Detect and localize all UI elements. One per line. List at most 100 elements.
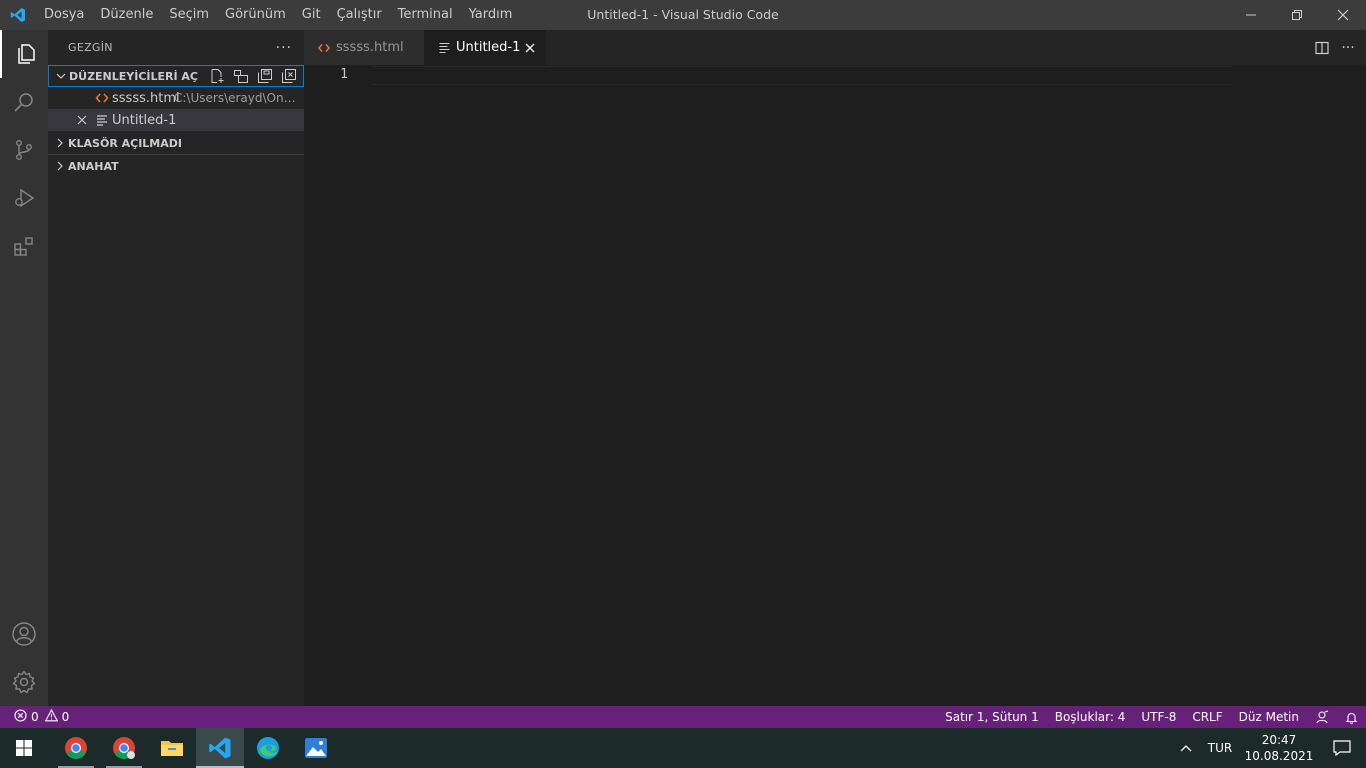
taskbar-edge[interactable]: [244, 728, 292, 768]
taskbar-file-explorer[interactable]: [148, 728, 196, 768]
encoding-status[interactable]: UTF-8: [1141, 710, 1176, 724]
feedback-icon[interactable]: [1315, 710, 1329, 724]
clock-time: 20:47: [1261, 733, 1297, 747]
text-file-icon: [94, 112, 110, 128]
html-file-icon: [316, 43, 332, 53]
problems-status[interactable]: 0 0: [0, 708, 70, 725]
show-hidden-icons[interactable]: [1172, 728, 1200, 768]
chevron-right-icon: [52, 135, 68, 151]
cursor-position[interactable]: Satır 1, Sütun 1: [945, 710, 1039, 724]
notifications-bell-icon[interactable]: [1345, 711, 1358, 724]
new-file-icon[interactable]: [209, 68, 225, 84]
html-file-icon: [94, 90, 110, 106]
chevron-right-icon: [52, 158, 68, 174]
open-editors-section[interactable]: DÜZENLEYİCİLERİ AÇ: [48, 65, 304, 87]
photos-icon: [305, 738, 327, 758]
menu-edit[interactable]: Düzenle: [92, 0, 161, 30]
menu-bar: Dosya Düzenle Seçim Görünüm Git Çalıştır…: [36, 0, 520, 30]
tab-untitled-1[interactable]: Untitled-1: [424, 30, 546, 65]
restore-button[interactable]: [1274, 0, 1320, 30]
activity-bar: [0, 30, 48, 706]
eol-status[interactable]: CRLF: [1192, 710, 1222, 724]
taskbar-chrome-profile[interactable]: [100, 728, 148, 768]
clock[interactable]: 20:47 10.08.2021: [1240, 732, 1318, 764]
menu-run[interactable]: Çalıştır: [329, 0, 390, 30]
search-icon: [14, 93, 33, 112]
search-activity[interactable]: [0, 78, 48, 126]
taskbar-vscode[interactable]: [196, 728, 244, 768]
no-folder-section[interactable]: KLASÖR AÇILMADI: [48, 132, 304, 154]
split-editor-icon[interactable]: [1314, 40, 1330, 56]
clock-date: 10.08.2021: [1244, 749, 1314, 763]
more-actions-icon[interactable]: ···: [1340, 40, 1356, 56]
open-editors-actions: [209, 68, 297, 84]
indentation-status[interactable]: Boşluklar: 4: [1055, 710, 1126, 724]
extensions-icon: [14, 237, 33, 256]
account-icon: [12, 622, 36, 646]
taskbar-chrome[interactable]: [52, 728, 100, 768]
open-editor-sssss-html[interactable]: sssss.html C:\Users\erayd\OneDri...: [48, 87, 304, 109]
windows-logo-icon: [16, 740, 32, 756]
close-window-button[interactable]: [1320, 0, 1366, 30]
line-gutter: 1: [304, 65, 372, 706]
start-button[interactable]: [0, 728, 48, 768]
error-icon: [14, 709, 27, 725]
menu-file[interactable]: Dosya: [36, 0, 92, 30]
tab-close-icon[interactable]: [522, 40, 538, 56]
run-debug-activity[interactable]: [0, 174, 48, 222]
explorer-activity[interactable]: [0, 30, 48, 78]
editor-actions: ···: [1314, 30, 1356, 65]
sidebar-title: GEZGİN: [68, 41, 113, 54]
minimize-button[interactable]: [1228, 0, 1274, 30]
menu-selection[interactable]: Seçim: [161, 0, 217, 30]
tab-sssss-html[interactable]: sssss.html: [304, 30, 424, 65]
text-file-icon: [436, 42, 452, 53]
status-bar-right: Satır 1, Sütun 1 Boşluklar: 4 UTF-8 CRLF…: [945, 706, 1358, 728]
tab-label: sssss.html: [336, 40, 404, 55]
vscode-logo-icon: [0, 0, 36, 30]
open-editor-untitled-1[interactable]: Untitled-1: [48, 109, 304, 131]
source-control-activity[interactable]: [0, 126, 48, 174]
action-center-button[interactable]: [1318, 728, 1366, 768]
window-controls: [1228, 0, 1366, 30]
minimize-icon: [1246, 14, 1256, 16]
menu-terminal[interactable]: Terminal: [390, 0, 461, 30]
text-editor[interactable]: 1: [304, 65, 1366, 706]
input-language[interactable]: TUR: [1200, 728, 1240, 768]
close-all-icon[interactable]: [281, 68, 297, 84]
tab-label: Untitled-1: [456, 40, 521, 55]
sidebar-header: GEZGİN ···: [48, 30, 304, 65]
notification-icon: [1333, 740, 1351, 756]
restore-icon: [1292, 10, 1302, 20]
vscode-logo-icon: [209, 737, 231, 759]
status-bar: 0 0 Satır 1, Sütun 1 Boşluklar: 4 UTF-8 …: [0, 706, 1366, 728]
current-line-highlight: [372, 66, 1232, 85]
outline-label: ANAHAT: [68, 159, 119, 173]
run-debug-icon: [15, 188, 35, 208]
menu-help[interactable]: Yardım: [461, 0, 521, 30]
taskbar-photos[interactable]: [292, 728, 340, 768]
menu-view[interactable]: Görünüm: [217, 0, 294, 30]
warning-count: 0: [61, 710, 70, 724]
files-icon: [18, 44, 35, 64]
chrome-icon: [65, 737, 87, 759]
source-control-icon: [15, 140, 32, 161]
system-tray: TUR 20:47 10.08.2021: [1172, 728, 1366, 768]
save-all-icon[interactable]: [257, 68, 273, 84]
outline-section[interactable]: ANAHAT: [48, 155, 304, 177]
more-actions-icon[interactable]: ···: [276, 40, 292, 56]
folder-icon: [161, 741, 183, 756]
language-mode[interactable]: Düz Metin: [1239, 710, 1299, 724]
no-folder-label: KLASÖR AÇILMADI: [68, 136, 182, 150]
editor-tabs: sssss.html Untitled-1 ···: [304, 30, 1366, 65]
windows-taskbar: TUR 20:47 10.08.2021: [0, 728, 1366, 768]
accounts-activity[interactable]: [0, 610, 48, 658]
chrome-icon: [113, 737, 135, 759]
new-folder-icon[interactable]: [233, 68, 249, 84]
close-icon[interactable]: [74, 112, 90, 128]
manage-activity[interactable]: [0, 658, 48, 706]
extensions-activity[interactable]: [0, 222, 48, 270]
menu-go[interactable]: Git: [294, 0, 329, 30]
open-editors-label: DÜZENLEYİCİLERİ AÇ: [69, 69, 199, 83]
title-bar: Dosya Düzenle Seçim Görünüm Git Çalıştır…: [0, 0, 1366, 30]
